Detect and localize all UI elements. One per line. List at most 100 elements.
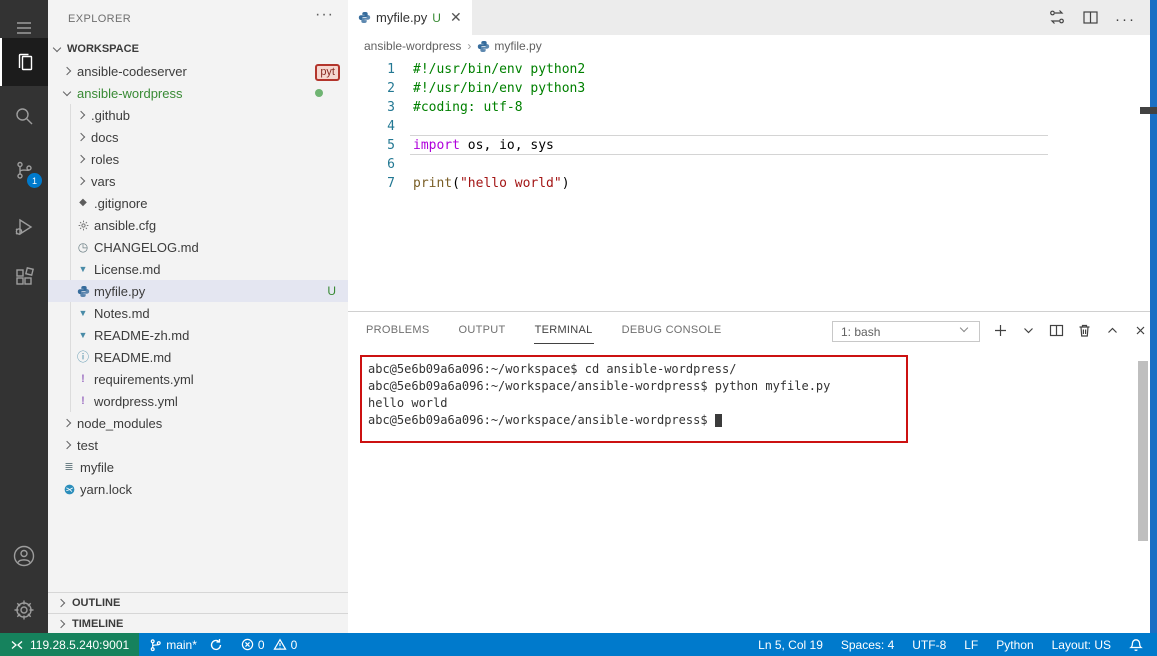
tree-item-license-md[interactable]: ▼ License.md <box>48 258 348 280</box>
tree-item-changelog-md[interactable]: ◷ CHANGELOG.md <box>48 236 348 258</box>
explorer-more-actions-icon[interactable]: ··· <box>315 6 334 24</box>
account-icon[interactable] <box>0 534 48 578</box>
explorer-sidebar: EXPLORER ··· WORKSPACE ansible-codeserve… <box>48 0 348 633</box>
tree-item-vars[interactable]: vars <box>48 170 348 192</box>
chevron-right-icon <box>62 418 72 428</box>
editor-tab-bar: myfile.py U ✕ ··· <box>348 0 1150 35</box>
tree-item-docs[interactable]: docs <box>48 126 348 148</box>
file-tree: ansible-codeserver ansible-wordpress .gith… <box>48 60 348 500</box>
tree-item-yarn-lock[interactable]: yarn.lock <box>48 478 348 500</box>
error-count: 0 <box>257 637 265 652</box>
line-number: 7 <box>387 176 395 191</box>
tree-item-readme-md[interactable]: ⓘ README.md <box>48 346 348 368</box>
tree-item-ansible-cfg[interactable]: ansible.cfg <box>48 214 348 236</box>
tree-filter-badge: pyt <box>315 64 340 81</box>
tree-item-roles[interactable]: roles <box>48 148 348 170</box>
problems-status[interactable]: 0 0 <box>235 633 303 656</box>
code-line: 2 #!/usr/bin/env python3 <box>348 79 1130 98</box>
vscode-window: 1 EXPLORER ··· WORKSPACE ansible-codeser… <box>0 0 1157 656</box>
config-gear-icon <box>76 218 90 232</box>
breadcrumb-item[interactable]: myfile.py <box>477 39 542 53</box>
close-panel-icon[interactable] <box>1132 322 1148 338</box>
folder-status-dot <box>315 89 323 97</box>
chevron-right-icon <box>56 619 66 629</box>
kill-terminal-trash-icon[interactable] <box>1076 322 1092 338</box>
status-item-ln-5-col-19[interactable]: Ln 5, Col 19 <box>752 633 829 656</box>
python-file-icon <box>358 11 371 24</box>
tree-item-myfile-py[interactable]: myfile.py U <box>48 280 348 302</box>
workspace-section-header[interactable]: WORKSPACE <box>48 38 348 60</box>
tree-item-myfile[interactable]: ≣ myfile <box>48 456 348 478</box>
python-file-icon <box>76 284 90 298</box>
tree-item-notes-md[interactable]: ▼ Notes.md <box>48 302 348 324</box>
sidebar-item-explorer[interactable] <box>0 38 48 86</box>
section-outline[interactable]: OUTLINE <box>48 592 348 613</box>
code-editor[interactable]: 1 #!/usr/bin/env python2 2 #!/usr/bin/env p… <box>348 57 1130 311</box>
panel-tab-terminal[interactable]: TERMINAL <box>533 315 594 344</box>
breadcrumb[interactable]: ansible-wordpress › myfile.py <box>348 35 1150 57</box>
tree-item-ansible-wordpress[interactable]: ansible-wordpress <box>48 82 348 104</box>
tab-myfile-py[interactable]: myfile.py U ✕ <box>348 0 472 35</box>
terminal-line: abc@5e6b09a6a096:~/workspace/ansible-wor… <box>368 379 831 393</box>
split-editor-icon[interactable] <box>1082 9 1099 31</box>
explorer-title: EXPLORER <box>68 13 132 25</box>
launch-profile-chevron-icon[interactable] <box>1020 322 1036 338</box>
new-terminal-icon[interactable] <box>992 322 1008 338</box>
settings-gear-icon[interactable] <box>0 588 48 632</box>
terminal-scrollbar-thumb[interactable] <box>1138 361 1148 541</box>
editor-scrollbar-thumb[interactable] <box>1140 107 1157 114</box>
sidebar-bottom-sections: OUTLINE TIMELINE <box>48 592 348 634</box>
status-item-layout-us[interactable]: Layout: US <box>1046 633 1117 656</box>
tree-item-node-modules[interactable]: node_modules <box>48 412 348 434</box>
markdown-file-icon: ▼ <box>78 308 88 318</box>
untracked-badge: U <box>327 284 336 298</box>
tree-item-readme-zh-md[interactable]: ▼ README-zh.md <box>48 324 348 346</box>
status-item-python[interactable]: Python <box>990 633 1039 656</box>
warning-count: 0 <box>290 637 298 652</box>
sidebar-item-extensions[interactable] <box>0 255 48 299</box>
code-line: 5 import os, io, sys <box>348 136 1130 155</box>
tree-item--gitignore[interactable]: ◆ .gitignore <box>48 192 348 214</box>
status-item-spaces-4[interactable]: Spaces: 4 <box>835 633 900 656</box>
tree-item-ansible-codeserver[interactable]: ansible-codeserver <box>48 60 348 82</box>
editor-actions: ··· <box>1048 8 1136 31</box>
open-changes-icon[interactable] <box>1048 8 1066 31</box>
tree-item-test[interactable]: test <box>48 434 348 456</box>
git-branch-status[interactable]: main* <box>143 633 203 656</box>
tab-untracked-badge: U <box>432 10 441 25</box>
sync-changes-button[interactable] <box>203 633 229 656</box>
panel-tab-debug-console[interactable]: DEBUG CONSOLE <box>621 315 723 343</box>
chevron-right-icon <box>76 176 86 186</box>
explorer-header: EXPLORER ··· <box>48 0 348 35</box>
changelog-clock-icon: ◷ <box>77 240 89 254</box>
status-item-utf-8[interactable]: UTF-8 <box>906 633 952 656</box>
status-item-lf[interactable]: LF <box>958 633 984 656</box>
notifications-bell-icon[interactable] <box>1123 633 1143 656</box>
panel-tab-output[interactable]: OUTPUT <box>458 315 507 343</box>
sidebar-item-search[interactable] <box>0 94 48 138</box>
chevron-down-icon <box>62 87 72 96</box>
git-file-icon: ◆ <box>79 197 87 208</box>
yarn-file-icon <box>62 482 76 496</box>
tab-close-icon[interactable]: ✕ <box>450 9 462 26</box>
terminal-selector-dropdown[interactable]: 1: bash <box>832 321 980 342</box>
sidebar-item-source-control[interactable]: 1 <box>0 148 48 192</box>
split-terminal-icon[interactable] <box>1048 322 1064 338</box>
terminal-output[interactable]: abc@5e6b09a6a096:~/workspace$ cd ansible… <box>368 361 830 429</box>
chevron-right-icon <box>62 66 72 76</box>
remote-indicator[interactable]: 119.28.5.240:9001 <box>0 633 140 656</box>
tree-item--github[interactable]: .github <box>48 104 348 126</box>
line-number: 4 <box>387 119 395 134</box>
terminal-cursor <box>714 414 722 427</box>
tree-item-requirements-yml[interactable]: ! requirements.yml <box>48 368 348 390</box>
section-timeline[interactable]: TIMELINE <box>48 613 348 634</box>
maximize-panel-icon[interactable] <box>1104 322 1120 338</box>
tree-item-wordpress-yml[interactable]: ! wordpress.yml <box>48 390 348 412</box>
panel-tab-problems[interactable]: PROBLEMS <box>365 315 431 343</box>
editor-more-actions-icon[interactable]: ··· <box>1115 11 1136 28</box>
sidebar-item-run-debug[interactable] <box>0 205 48 249</box>
breadcrumb-item[interactable]: ansible-wordpress <box>364 39 461 53</box>
terminal-line: hello world <box>368 396 448 410</box>
markdown-file-icon: ▼ <box>78 264 88 274</box>
branch-label: main* <box>166 637 197 652</box>
